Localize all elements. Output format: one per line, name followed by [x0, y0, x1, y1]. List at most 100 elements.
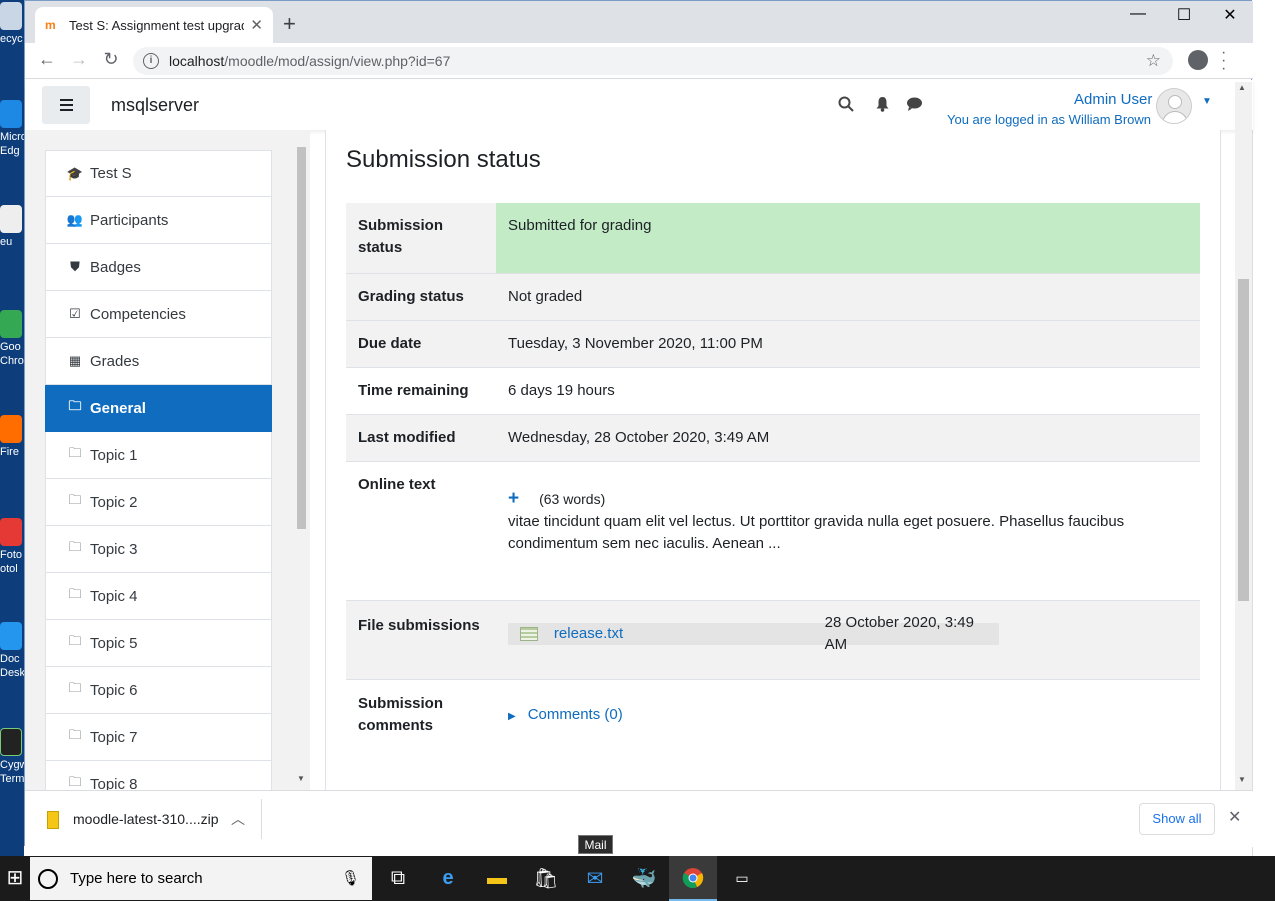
- folder-icon: 🗀: [68, 774, 82, 789]
- drawer-scrollbar-thumb[interactable]: [297, 147, 306, 529]
- address-bar[interactable]: i localhost/moodle/mod/assign/view.php?i…: [133, 47, 1173, 75]
- table-row: Due date Tuesday, 3 November 2020, 11:00…: [346, 320, 1200, 367]
- forward-button[interactable]: →: [67, 49, 91, 70]
- bookmark-star-icon[interactable]: ☆: [1146, 51, 1161, 71]
- drawer-item-general[interactable]: 🗀 General: [45, 385, 272, 432]
- chrome-shortcut-icon[interactable]: Goo Chro: [0, 310, 24, 370]
- profile-icon[interactable]: [1188, 50, 1208, 70]
- table-row: File submissions release.txt 28 October …: [346, 600, 1200, 679]
- close-window-button[interactable]: ✕: [1207, 5, 1253, 25]
- browser-tab[interactable]: m Test S: Assignment test upgrade ✕: [35, 7, 273, 43]
- new-tab-button[interactable]: +: [283, 11, 296, 37]
- drawer-item-topic-2[interactable]: 🗀 Topic 2: [45, 479, 272, 526]
- avatar[interactable]: [1156, 88, 1192, 124]
- nav-drawer: 🎓 Test S 👥 Participants ⛊ Badges ☑ Competenc…: [25, 130, 310, 790]
- divider: [261, 799, 262, 839]
- drawer-item-test-s[interactable]: 🎓 Test S: [45, 150, 272, 197]
- expand-plus-icon[interactable]: +: [508, 488, 519, 509]
- terminal-icon[interactable]: ▭: [718, 856, 766, 901]
- windows-taskbar: ⊞ Type here to search 🎙 ⧉ e ▬ 🛍 ✉ 🐳 ▭: [0, 856, 1275, 901]
- row-label: Last modified: [358, 429, 456, 446]
- back-button[interactable]: ←: [35, 49, 59, 70]
- drawer-item-grades[interactable]: ▦ Grades: [45, 338, 272, 385]
- chrome-icon[interactable]: [669, 856, 717, 901]
- submission-status-value: Submitted for grading: [496, 203, 1200, 273]
- edge-shortcut-icon[interactable]: Micro Edg: [0, 100, 24, 160]
- folder-icon: 🗀: [68, 492, 82, 507]
- show-all-button[interactable]: Show all: [1139, 803, 1215, 835]
- drawer-toggle-button[interactable]: [42, 86, 90, 124]
- minimize-button[interactable]: —: [1115, 5, 1161, 23]
- fotolia-shortcut-icon[interactable]: Foto otol: [0, 518, 24, 578]
- scroll-down-icon[interactable]: ▼: [1238, 775, 1246, 784]
- close-tab-icon[interactable]: ✕: [250, 16, 263, 34]
- row-label: Grading status: [358, 288, 464, 305]
- close-shelf-icon[interactable]: ✕: [1228, 807, 1241, 827]
- users-icon: 👥: [66, 212, 84, 227]
- cygwin-shortcut-icon[interactable]: Cygw Term: [0, 728, 24, 788]
- maximize-button[interactable]: ☐: [1161, 5, 1207, 25]
- drawer-item-participants[interactable]: 👥 Participants: [45, 197, 272, 244]
- checkbox-icon: ☑: [69, 306, 81, 321]
- drawer-item-topic-5[interactable]: 🗀 Topic 5: [45, 620, 272, 667]
- windows-start-icon[interactable]: ⊞: [0, 856, 30, 901]
- drawer-item-topic-3[interactable]: 🗀 Topic 3: [45, 526, 272, 573]
- file-explorer-icon[interactable]: ▬: [473, 856, 521, 901]
- search-icon[interactable]: [838, 96, 854, 116]
- mail-icon[interactable]: ✉: [571, 856, 619, 901]
- edge-icon[interactable]: e: [424, 856, 472, 901]
- notification-bell-icon[interactable]: [875, 96, 890, 116]
- table-row: Grading status Not graded: [346, 273, 1200, 320]
- last-modified-value: Wednesday, 28 October 2020, 3:49 AM: [508, 429, 770, 446]
- browser-toolbar: ← → ↻ i localhost/moodle/mod/assign/view…: [25, 43, 1253, 79]
- messages-icon[interactable]: [906, 96, 923, 116]
- folder-icon: 🗀: [68, 727, 82, 742]
- task-view-icon[interactable]: ⧉: [374, 856, 422, 901]
- moodle-navbar: msqlserver Admin User You are logged in …: [25, 80, 1253, 130]
- chevron-up-icon[interactable]: ︿: [231, 809, 245, 829]
- reload-button[interactable]: ↻: [99, 49, 123, 70]
- main-content: Submission status Submission status Subm…: [325, 130, 1221, 790]
- folder-icon: 🗀: [68, 398, 82, 413]
- site-info-icon[interactable]: i: [143, 53, 159, 69]
- microphone-icon[interactable]: 🎙: [341, 869, 360, 887]
- logged-in-as-text[interactable]: You are logged in as William Brown: [947, 112, 1151, 127]
- row-label: File submissions: [358, 617, 480, 634]
- file-link[interactable]: release.txt: [554, 623, 825, 645]
- row-label: Submission comments: [358, 695, 444, 734]
- drawer-item-competencies[interactable]: ☑ Competencies: [45, 291, 272, 338]
- shield-icon: ⛊: [70, 259, 80, 274]
- download-file-name[interactable]: moodle-latest-310....zip: [73, 811, 219, 827]
- firefox-shortcut-icon[interactable]: Fire: [0, 415, 24, 475]
- word-count: (63 words): [539, 491, 606, 507]
- docker-shortcut-icon[interactable]: Doc Desk: [0, 622, 24, 682]
- drawer-item-topic-6[interactable]: 🗀 Topic 6: [45, 667, 272, 714]
- chevron-down-icon[interactable]: ▼: [1202, 96, 1212, 107]
- docker-icon[interactable]: 🐳: [620, 856, 668, 901]
- folder-icon: 🗀: [68, 445, 82, 460]
- drawer-item-topic-8[interactable]: 🗀 Topic 8: [45, 761, 272, 790]
- drawer-scroll-down-icon[interactable]: ▼: [297, 774, 305, 783]
- drawer-item-topic-1[interactable]: 🗀 Topic 1: [45, 432, 272, 479]
- document-shortcut-icon[interactable]: eu: [0, 205, 24, 265]
- drawer-item-topic-4[interactable]: 🗀 Topic 4: [45, 573, 272, 620]
- taskbar-search-input[interactable]: Type here to search 🎙: [30, 857, 372, 900]
- row-label: Due date: [358, 335, 422, 352]
- store-icon[interactable]: 🛍: [522, 856, 570, 901]
- site-name[interactable]: msqlserver: [111, 95, 199, 116]
- recycle-bin-icon[interactable]: ecyc: [0, 2, 24, 62]
- scroll-up-icon[interactable]: ▲: [1238, 83, 1246, 92]
- avatar-head-icon: [1168, 95, 1182, 109]
- text-file-icon: [520, 627, 538, 641]
- drawer-item-badges[interactable]: ⛊ Badges: [45, 244, 272, 291]
- table-row: Last modified Wednesday, 28 October 2020…: [346, 414, 1200, 461]
- comments-cell: ▶ Comments (0): [496, 680, 1200, 749]
- time-remaining-value: 6 days 19 hours: [508, 382, 615, 399]
- caret-right-icon[interactable]: ▶: [508, 706, 516, 728]
- comments-link[interactable]: Comments (0): [528, 706, 623, 723]
- user-menu-name[interactable]: Admin User: [1074, 91, 1152, 108]
- folder-icon: 🗀: [68, 680, 82, 695]
- drawer-item-topic-7[interactable]: 🗀 Topic 7: [45, 714, 272, 761]
- menu-kebab-icon[interactable]: · · ·: [1221, 45, 1226, 77]
- page-scrollbar-thumb[interactable]: [1238, 279, 1249, 601]
